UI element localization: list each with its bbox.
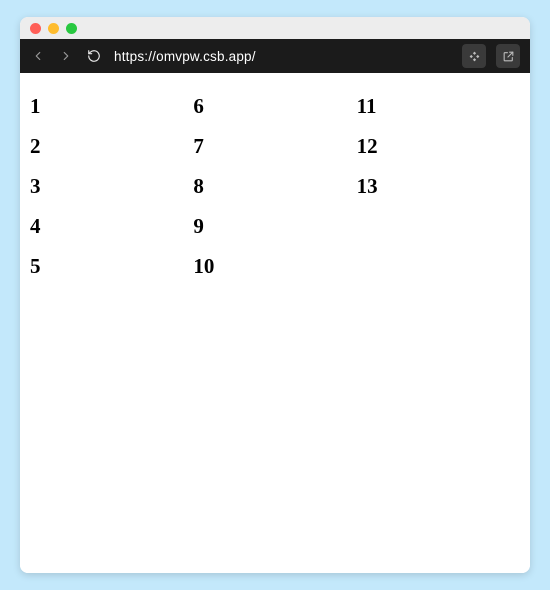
- page-viewport: 1 2 3 4 5 6 7 8 9 10 11 12 13: [20, 73, 530, 573]
- open-external-button[interactable]: [496, 44, 520, 68]
- list-item: 5: [30, 247, 193, 287]
- list-item: 10: [193, 247, 356, 287]
- window-zoom-button[interactable]: [66, 23, 77, 34]
- list-item: 3: [30, 167, 193, 207]
- list-item: 13: [357, 167, 520, 207]
- list-item: 12: [357, 127, 520, 167]
- reload-icon[interactable]: [86, 48, 102, 64]
- window-titlebar: [20, 17, 530, 39]
- extensions-button[interactable]: [462, 44, 486, 68]
- address-bar[interactable]: https://omvpw.csb.app/: [114, 49, 450, 64]
- list-item: 4: [30, 207, 193, 247]
- list-item: 8: [193, 167, 356, 207]
- window-minimize-button[interactable]: [48, 23, 59, 34]
- list-item: 6: [193, 87, 356, 127]
- number-list: 1 2 3 4 5 6 7 8 9 10 11 12 13: [30, 87, 520, 287]
- browser-window: https://omvpw.csb.app/ 1 2 3 4 5 6 7 8 9…: [20, 17, 530, 573]
- browser-toolbar: https://omvpw.csb.app/: [20, 39, 530, 73]
- list-item: 9: [193, 207, 356, 247]
- list-item: 11: [357, 87, 520, 127]
- list-item: 2: [30, 127, 193, 167]
- list-item: 1: [30, 87, 193, 127]
- toolbar-right-group: [462, 44, 520, 68]
- forward-icon[interactable]: [58, 48, 74, 64]
- list-item: 7: [193, 127, 356, 167]
- window-close-button[interactable]: [30, 23, 41, 34]
- back-icon[interactable]: [30, 48, 46, 64]
